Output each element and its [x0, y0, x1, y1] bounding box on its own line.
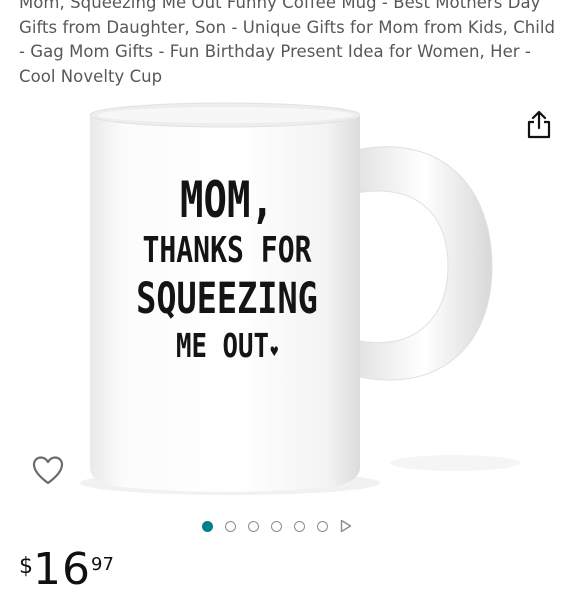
- add-to-wishlist-button[interactable]: [31, 454, 65, 488]
- mug-text-line3: SQUEEZING: [136, 274, 318, 324]
- heart-icon: ♥: [270, 342, 279, 361]
- image-carousel-indicator: [202, 517, 352, 535]
- price-fraction: 97: [91, 554, 114, 575]
- carousel-dot[interactable]: [202, 520, 213, 532]
- price-whole: 16: [33, 544, 91, 595]
- carousel-dot[interactable]: [271, 520, 282, 532]
- product-price: $1697: [19, 548, 114, 592]
- mug-text-line4-words: ME OUT: [175, 326, 269, 365]
- mug-text-line1: MOM,: [180, 171, 274, 229]
- mug-text-line2: THANKS FOR: [142, 230, 312, 271]
- mug-text-line4: ME OUT♥: [136, 324, 319, 374]
- carousel-dot[interactable]: [317, 520, 328, 532]
- carousel-dot[interactable]: [248, 520, 259, 532]
- price-currency-symbol: $: [19, 554, 33, 579]
- product-title: Mom, Squeezing Me Out Funny Coffee Mug -…: [19, 0, 556, 86]
- play-triangle-icon[interactable]: [340, 519, 352, 533]
- carousel-dot[interactable]: [294, 520, 305, 532]
- mug-print-text: MOM, THANKS FOR SQUEEZING ME OUT♥: [136, 172, 319, 374]
- heart-outline-icon: [32, 456, 64, 485]
- carousel-dot[interactable]: [225, 520, 236, 532]
